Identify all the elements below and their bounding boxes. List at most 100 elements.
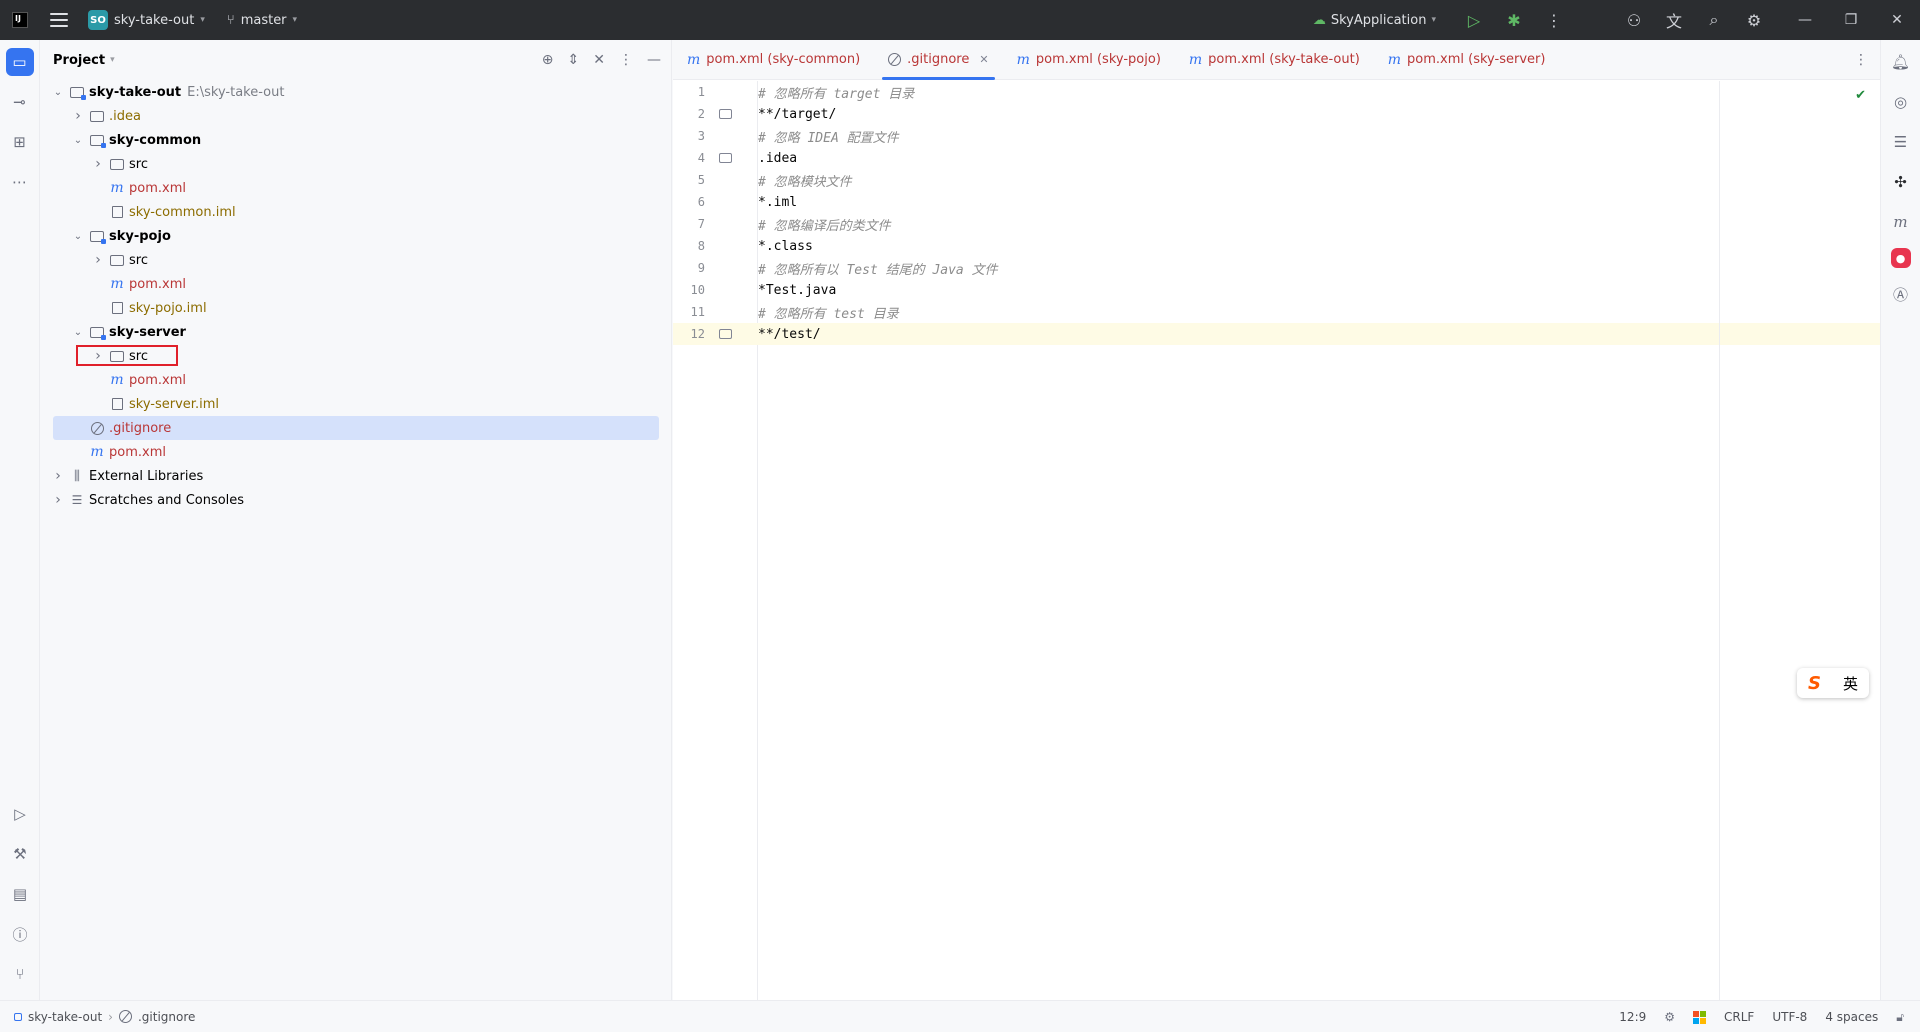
project-selector[interactable]: SO sky-take-out ▾ <box>88 10 205 30</box>
documentation-icon[interactable]: Ⓐ <box>1887 280 1915 308</box>
project-view-selector[interactable]: Project ▾ <box>53 53 115 68</box>
copilot-icon[interactable]: ✣ <box>1887 168 1915 196</box>
input-method-widget[interactable]: S 英 <box>1797 668 1869 698</box>
close-tab-icon[interactable]: ✕ <box>979 53 988 66</box>
terminal-icon[interactable]: ▤ <box>6 880 34 908</box>
more-tools-icon[interactable]: ⋯ <box>6 168 34 196</box>
editor-tab[interactable]: m pom.xml (sky-common) <box>673 40 874 80</box>
settings-icon[interactable]: ⚙ <box>1734 0 1774 40</box>
code-line[interactable]: 12 **/test/ <box>673 323 1880 345</box>
tree-item-label: src <box>129 252 148 268</box>
collapse-all-icon[interactable]: ✕ <box>593 52 605 68</box>
maven-icon: m <box>110 372 124 388</box>
tree-item[interactable]: › ☰ Scratches and Consoles <box>41 488 671 512</box>
more-actions-icon[interactable]: ⋮ <box>1534 0 1574 40</box>
tab-options-icon[interactable]: ⋮ <box>1854 40 1868 80</box>
search-icon[interactable]: ⌕ <box>1694 0 1734 40</box>
editor-tab[interactable]: .gitignore ✕ <box>874 40 1002 80</box>
ai-status-icon[interactable]: ⚙ <box>1664 1010 1675 1024</box>
tree-item[interactable]: ⌄ sky-take-out E:\sky-take-out <box>41 80 671 104</box>
database-icon[interactable]: ☰ <box>1887 128 1915 156</box>
branch-selector[interactable]: ⑂ master ▾ <box>227 13 297 28</box>
code-line[interactable]: 1 # 忽略所有 target 目录 <box>673 81 1880 103</box>
editor-tab[interactable]: m pom.xml (sky-pojo) <box>1003 40 1175 80</box>
maven-icon: m <box>90 444 104 460</box>
tree-item[interactable]: .gitignore <box>53 416 659 440</box>
file-encoding[interactable]: UTF-8 <box>1772 1010 1807 1024</box>
chevron-down-icon[interactable]: ⌄ <box>71 231 85 242</box>
tree-item[interactable]: sky-common.iml <box>41 200 671 224</box>
maven-icon: m <box>687 51 701 68</box>
commit-icon[interactable]: ⊸ <box>6 88 34 116</box>
indent-setting[interactable]: 4 spaces <box>1825 1010 1878 1024</box>
breadcrumb-file[interactable]: .gitignore <box>138 1010 195 1024</box>
minimize-button[interactable]: — <box>1782 0 1828 40</box>
git-icon[interactable]: ⑂ <box>6 960 34 988</box>
debug-icon[interactable]: ✱ <box>1494 0 1534 40</box>
code-line[interactable]: 6 *.iml <box>673 191 1880 213</box>
chevron-right-icon[interactable]: › <box>91 252 105 268</box>
tree-item[interactable]: sky-pojo.iml <box>41 296 671 320</box>
code-line[interactable]: 8 *.class <box>673 235 1880 257</box>
tree-item[interactable]: ⌄ sky-pojo <box>41 224 671 248</box>
tree-item[interactable]: m pom.xml <box>41 368 671 392</box>
ai-assistant-icon[interactable]: ◎ <box>1887 88 1915 116</box>
code-line[interactable]: 7 # 忽略编译后的类文件 <box>673 213 1880 235</box>
structure-icon[interactable]: ⊞ <box>6 128 34 156</box>
options-icon[interactable]: ⋮ <box>619 52 633 68</box>
locate-file-icon[interactable]: ⊕ <box>542 52 554 68</box>
tree-item[interactable]: › src <box>41 248 671 272</box>
project-tool-icon[interactable]: ▭ <box>5 48 34 76</box>
notifications-icon[interactable]: 🔔︎ <box>1887 48 1915 76</box>
code-line[interactable]: 4 .idea <box>673 147 1880 169</box>
tree-item[interactable]: › src <box>41 152 671 176</box>
editor-tab[interactable]: m pom.xml (sky-server) <box>1374 40 1560 80</box>
chevron-right-icon[interactable]: › <box>51 492 65 508</box>
chevron-down-icon[interactable]: ⌄ <box>71 135 85 146</box>
tree-item[interactable]: ⌄ sky-server <box>41 320 671 344</box>
line-separator[interactable]: CRLF <box>1724 1010 1754 1024</box>
code-line[interactable]: 10 *Test.java <box>673 279 1880 301</box>
maven-tool-icon[interactable]: m <box>1887 208 1915 236</box>
editor-tabs: m pom.xml (sky-common) .gitignore ✕ m pom.xml… <box>673 40 1880 80</box>
code-line[interactable]: 2 **/target/ <box>673 103 1880 125</box>
services-icon[interactable]: ▷ <box>6 800 34 828</box>
read-only-lock-icon[interactable]: 🔓︎ <box>1896 1010 1904 1025</box>
tree-item[interactable]: › ⫼ External Libraries <box>41 464 671 488</box>
code-area[interactable]: 1 # 忽略所有 target 目录 2 **/target/3 # 忽略 IDEA 配… <box>673 81 1880 345</box>
restore-button[interactable]: ❐ <box>1828 0 1874 40</box>
code-line[interactable]: 11 # 忽略所有 test 目录 <box>673 301 1880 323</box>
chevron-right-icon[interactable]: › <box>71 108 85 124</box>
chevron-down-icon[interactable]: ⌄ <box>51 87 65 98</box>
tree-item[interactable]: › .idea <box>41 104 671 128</box>
hide-panel-icon[interactable]: — <box>647 52 661 68</box>
problems-icon[interactable]: ⓘ <box>6 920 34 948</box>
tree-item[interactable]: m pom.xml <box>41 272 671 296</box>
run-icon[interactable]: ▷ <box>1454 0 1494 40</box>
tree-item[interactable]: m pom.xml <box>41 440 671 464</box>
tree-item[interactable]: sky-server.iml <box>41 392 671 416</box>
code-with-me-icon[interactable]: ⚇ <box>1614 0 1654 40</box>
chevron-down-icon[interactable]: ⌄ <box>71 327 85 338</box>
close-window-button[interactable]: ✕ <box>1874 0 1920 40</box>
caret-position[interactable]: 12:9 <box>1619 1010 1646 1024</box>
windows-logo-icon[interactable] <box>1693 1010 1707 1024</box>
tree-item[interactable]: ⌄ sky-common <box>41 128 671 152</box>
code-line[interactable]: 5 # 忽略模块文件 <box>673 169 1880 191</box>
line-number: 9 <box>697 261 705 275</box>
editor-tab[interactable]: m pom.xml (sky-take-out) <box>1175 40 1374 80</box>
ime-mode-label[interactable]: 英 <box>1843 673 1858 694</box>
build-icon[interactable]: ⚒ <box>6 840 34 868</box>
tree-item-label: pom.xml <box>129 372 186 388</box>
translate-icon[interactable]: 文 <box>1654 0 1694 40</box>
code-line[interactable]: 9 # 忽略所有以 Test 结尾的 Java 文件 <box>673 257 1880 279</box>
breadcrumb-project[interactable]: sky-take-out <box>28 1010 102 1024</box>
plugin-icon[interactable]: ● <box>1890 248 1911 268</box>
chevron-right-icon[interactable]: › <box>91 156 105 172</box>
run-config-selector[interactable]: ☁ SkyApplication ▾ <box>1313 13 1436 28</box>
expand-all-icon[interactable]: ⇕ <box>568 52 580 68</box>
code-line[interactable]: 3 # 忽略 IDEA 配置文件 <box>673 125 1880 147</box>
tree-item[interactable]: m pom.xml <box>41 176 671 200</box>
main-menu-icon[interactable] <box>50 13 68 27</box>
chevron-right-icon[interactable]: › <box>51 468 65 484</box>
